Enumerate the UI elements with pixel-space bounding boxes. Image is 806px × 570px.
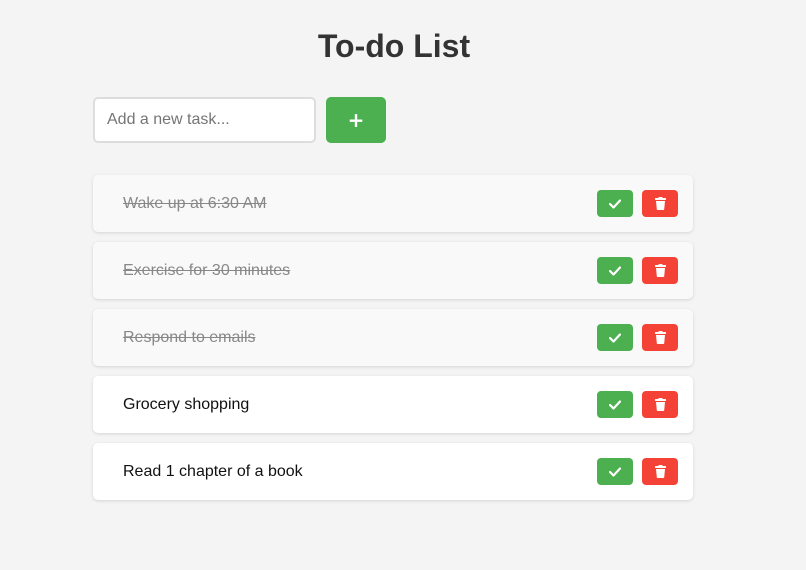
check-icon: [609, 332, 621, 343]
delete-task-button[interactable]: [642, 324, 678, 351]
check-icon: [609, 198, 621, 209]
check-icon: [609, 466, 621, 477]
task-text: Wake up at 6:30 AM: [123, 194, 267, 212]
delete-task-button[interactable]: [642, 190, 678, 217]
task-text: Grocery shopping: [123, 395, 250, 413]
task-list: Wake up at 6:30 AM Exercise for 30 minut…: [93, 175, 693, 510]
trash-icon: [654, 197, 666, 210]
task-text: Exercise for 30 minutes: [123, 261, 291, 279]
trash-icon: [654, 264, 666, 277]
complete-task-button[interactable]: [597, 391, 633, 418]
new-task-input[interactable]: [93, 97, 316, 143]
complete-task-button[interactable]: [597, 458, 633, 485]
task-text: Respond to emails: [123, 328, 256, 346]
trash-icon: [654, 465, 666, 478]
page-title: To-do List: [317, 28, 471, 64]
todo-app: To-do List + Wake up at 6:30 AM Exercise…: [0, 0, 806, 570]
delete-task-button[interactable]: [642, 257, 678, 284]
trash-icon: [654, 398, 666, 411]
task-text: Read 1 chapter of a book: [123, 462, 303, 480]
task-item: Read 1 chapter of a book: [93, 443, 693, 500]
task-item: Wake up at 6:30 AM: [93, 175, 693, 232]
delete-task-button[interactable]: [642, 391, 678, 418]
trash-icon: [654, 331, 666, 344]
task-item: Respond to emails: [93, 309, 693, 366]
add-task-button[interactable]: +: [326, 97, 386, 143]
check-icon: [609, 265, 621, 276]
complete-task-button[interactable]: [597, 257, 633, 284]
add-button-label: +: [347, 108, 365, 132]
complete-task-button[interactable]: [597, 324, 633, 351]
task-item: Grocery shopping: [93, 376, 693, 433]
check-icon: [609, 399, 621, 410]
task-item: Exercise for 30 minutes: [93, 242, 693, 299]
complete-task-button[interactable]: [597, 190, 633, 217]
add-task-form: +: [93, 97, 386, 143]
delete-task-button[interactable]: [642, 458, 678, 485]
